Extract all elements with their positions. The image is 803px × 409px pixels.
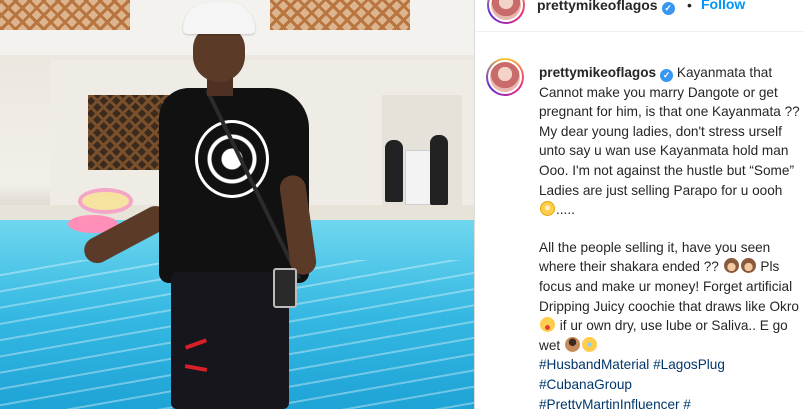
verified-icon: ✓: [660, 69, 674, 82]
medusa-print: [195, 120, 269, 198]
background-person: [430, 135, 448, 205]
post-header: prettymikeoflagos ✓ • Follow: [474, 0, 803, 32]
hashtags-line[interactable]: #PrettyMartinInfluencer #: [539, 397, 691, 409]
flushed-face-icon: [540, 201, 555, 217]
header-separator: •: [687, 0, 692, 13]
verified-icon: ✓: [661, 2, 675, 15]
decorative-lattice: [0, 0, 130, 30]
unicorn-float: [78, 188, 133, 214]
see-no-evil-monkey-icon: [723, 258, 739, 274]
caption-text: prettymikeoflagos ✓ Kayanmata that Cannot…: [539, 63, 801, 409]
red-stripe: [184, 338, 208, 350]
hashtags-line[interactable]: #HusbandMaterial #LagosPlug: [539, 357, 725, 372]
person-facepalming-icon: [564, 336, 580, 352]
see-no-evil-monkey-icon: [740, 258, 756, 274]
white-cap: [183, 2, 255, 34]
black-pants: [171, 272, 289, 409]
red-stripe: [184, 364, 208, 372]
follow-button[interactable]: Follow: [701, 0, 745, 12]
caption-avatar[interactable]: [486, 58, 524, 96]
hashtags-line[interactable]: #CubanaGroup: [539, 377, 632, 392]
caption-para1-tail: .....: [556, 202, 575, 218]
post-photo[interactable]: [0, 0, 474, 409]
head: [193, 26, 245, 82]
winking-tongue-face-icon: [540, 317, 555, 333]
background-person: [385, 140, 403, 202]
crossbody-bag: [273, 268, 297, 308]
man-figure: [79, 0, 335, 409]
caption-para1: Kayanmata that Cannot make you marry Dan…: [539, 65, 800, 198]
header-username[interactable]: prettymikeoflagos ✓: [537, 0, 675, 15]
header-avatar[interactable]: [487, 0, 525, 24]
caption-username[interactable]: prettymikeoflagos: [539, 65, 656, 80]
rolling-on-floor-laughing-icon: [581, 336, 597, 352]
caption-panel: prettymikeoflagos ✓ Kayanmata that Cannot…: [474, 32, 803, 409]
